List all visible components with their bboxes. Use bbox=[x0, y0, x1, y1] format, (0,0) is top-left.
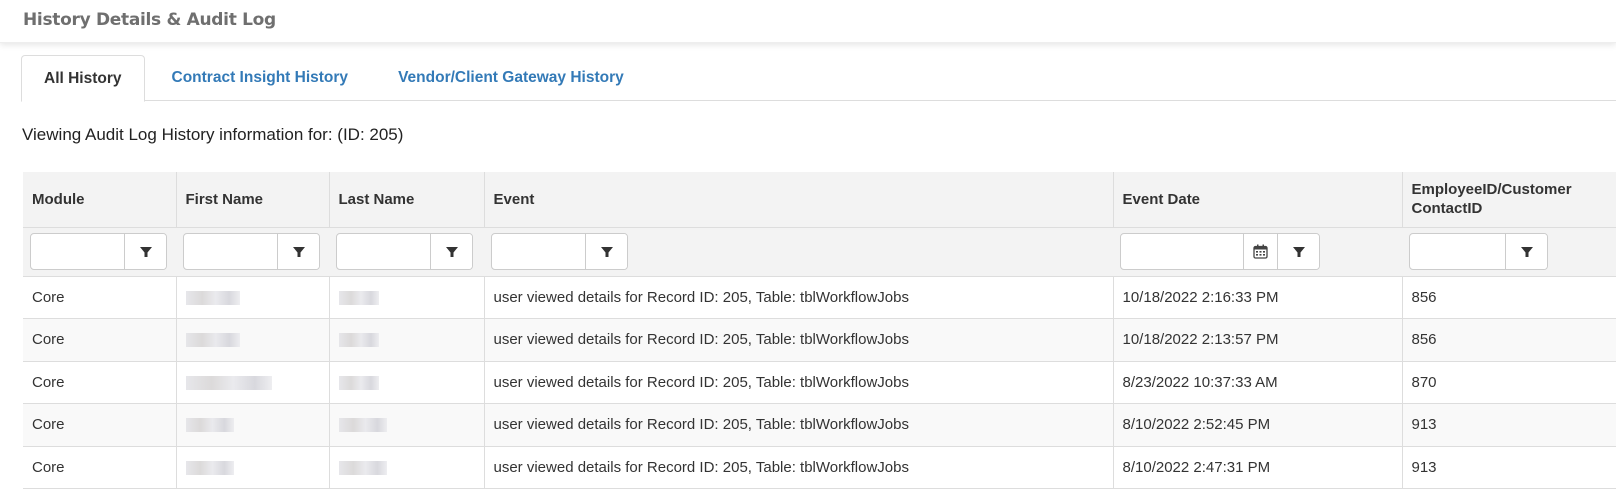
table-row[interactable]: Core user viewed details for Record ID: … bbox=[23, 318, 1616, 362]
event-date-filter-input[interactable] bbox=[1121, 234, 1243, 269]
page-header: History Details & Audit Log bbox=[0, 0, 1616, 43]
table-row[interactable]: Core user viewed details for Record ID: … bbox=[23, 361, 1616, 404]
tab-all-history[interactable]: All History bbox=[21, 55, 145, 102]
module-filter-button[interactable] bbox=[124, 234, 166, 269]
redacted-first-name bbox=[185, 290, 240, 305]
column-header-module[interactable]: Module bbox=[23, 172, 176, 228]
table-row[interactable]: Core user viewed details for Record ID: … bbox=[23, 446, 1616, 489]
table-row[interactable]: Core user viewed details for Record ID: … bbox=[23, 403, 1616, 447]
last-name-cell bbox=[328, 446, 484, 489]
employee-id-cell: 856 bbox=[1401, 276, 1616, 319]
last-name-filter bbox=[336, 233, 473, 270]
redacted-first-name bbox=[185, 460, 234, 475]
redacted-first-name bbox=[185, 375, 272, 390]
employee-id-cell: 856 bbox=[1401, 318, 1616, 362]
filter-icon bbox=[1520, 246, 1533, 257]
filter-icon bbox=[445, 246, 458, 257]
column-header-first-name[interactable]: First Name bbox=[175, 172, 329, 228]
employee-id-filter-input[interactable] bbox=[1410, 234, 1505, 269]
column-header-employee-id[interactable]: EmployeeID/Customer ContactID bbox=[1401, 172, 1616, 228]
page-title: History Details & Audit Log bbox=[23, 10, 276, 30]
event-filter bbox=[491, 233, 628, 270]
last-name-filter-button[interactable] bbox=[430, 234, 472, 269]
first-name-filter bbox=[183, 233, 320, 270]
first-name-cell bbox=[175, 276, 329, 319]
first-name-cell bbox=[175, 446, 329, 489]
column-header-event-date[interactable]: Event Date bbox=[1112, 172, 1402, 228]
redacted-last-name bbox=[338, 375, 379, 390]
last-name-filter-input[interactable] bbox=[337, 234, 430, 269]
first-name-cell bbox=[175, 361, 329, 404]
last-name-cell bbox=[328, 403, 484, 447]
audit-log-grid: Module First Name Last Name Event Event … bbox=[23, 172, 1616, 489]
event-date-cell: 8/10/2022 2:52:45 PM bbox=[1112, 403, 1402, 447]
event-filter-button[interactable] bbox=[585, 234, 627, 269]
first-name-cell bbox=[175, 403, 329, 447]
module-filter-input[interactable] bbox=[31, 234, 124, 269]
redacted-last-name bbox=[338, 290, 379, 305]
event-date-calendar-button[interactable] bbox=[1243, 234, 1277, 269]
first-name-filter-input[interactable] bbox=[184, 234, 277, 269]
filter-row bbox=[23, 227, 1616, 277]
filter-icon bbox=[292, 246, 305, 257]
audit-info-text: Viewing Audit Log History information fo… bbox=[22, 125, 404, 144]
employee-id-filter bbox=[1409, 233, 1548, 270]
event-date-cell: 10/18/2022 2:13:57 PM bbox=[1112, 318, 1402, 362]
module-filter bbox=[30, 233, 167, 270]
calendar-icon bbox=[1253, 244, 1268, 259]
redacted-last-name bbox=[338, 418, 387, 433]
module-cell: Core bbox=[23, 446, 176, 489]
module-cell: Core bbox=[23, 276, 176, 319]
module-cell: Core bbox=[23, 403, 176, 447]
event-date-filter bbox=[1120, 233, 1320, 270]
filter-icon bbox=[139, 246, 152, 257]
event-cell: user viewed details for Record ID: 205, … bbox=[483, 403, 1113, 447]
employee-id-cell: 913 bbox=[1401, 446, 1616, 489]
redacted-last-name bbox=[338, 333, 379, 348]
filter-icon bbox=[600, 246, 613, 257]
last-name-cell bbox=[328, 318, 484, 362]
employee-id-cell: 870 bbox=[1401, 361, 1616, 404]
redacted-last-name bbox=[338, 460, 387, 475]
last-name-cell bbox=[328, 361, 484, 404]
event-date-filter-button[interactable] bbox=[1277, 234, 1319, 269]
last-name-cell bbox=[328, 276, 484, 319]
filter-icon bbox=[1292, 246, 1305, 257]
first-name-filter-button[interactable] bbox=[277, 234, 319, 269]
module-cell: Core bbox=[23, 318, 176, 362]
event-cell: user viewed details for Record ID: 205, … bbox=[483, 276, 1113, 319]
event-cell: user viewed details for Record ID: 205, … bbox=[483, 361, 1113, 404]
employee-id-cell: 913 bbox=[1401, 403, 1616, 447]
event-filter-input[interactable] bbox=[492, 234, 585, 269]
column-header-last-name[interactable]: Last Name bbox=[328, 172, 484, 228]
redacted-first-name bbox=[185, 333, 240, 348]
history-tabs: All History Contract Insight History Ven… bbox=[21, 55, 1616, 102]
column-header-event[interactable]: Event bbox=[483, 172, 1113, 228]
tab-vendor-client-gateway-history[interactable]: Vendor/Client Gateway History bbox=[375, 55, 647, 101]
employee-id-filter-button[interactable] bbox=[1505, 234, 1547, 269]
event-date-cell: 8/10/2022 2:47:31 PM bbox=[1112, 446, 1402, 489]
event-date-cell: 10/18/2022 2:16:33 PM bbox=[1112, 276, 1402, 319]
event-cell: user viewed details for Record ID: 205, … bbox=[483, 446, 1113, 489]
redacted-first-name bbox=[185, 418, 234, 433]
module-cell: Core bbox=[23, 361, 176, 404]
event-date-cell: 8/23/2022 10:37:33 AM bbox=[1112, 361, 1402, 404]
tab-contract-insight-history[interactable]: Contract Insight History bbox=[149, 55, 372, 101]
first-name-cell bbox=[175, 318, 329, 362]
table-row[interactable]: Core user viewed details for Record ID: … bbox=[23, 276, 1616, 319]
header-row: Module First Name Last Name Event Event … bbox=[23, 172, 1616, 228]
event-cell: user viewed details for Record ID: 205, … bbox=[483, 318, 1113, 362]
